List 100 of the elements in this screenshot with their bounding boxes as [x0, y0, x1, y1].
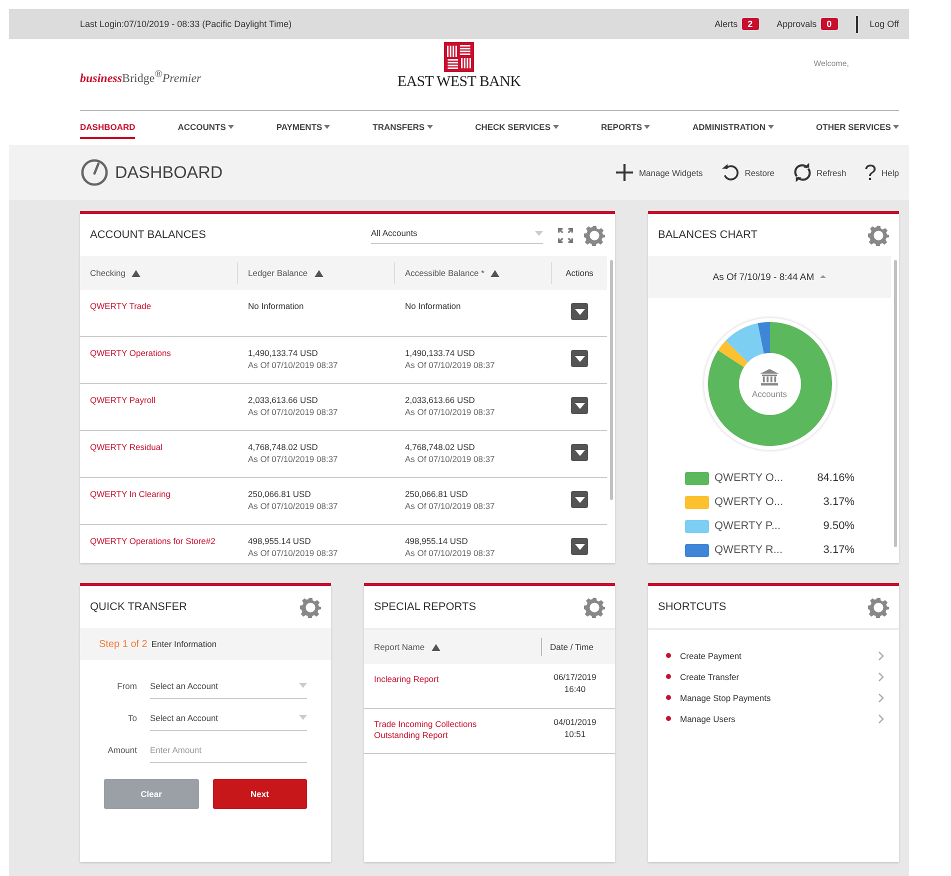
step-label: Enter Information	[151, 639, 217, 649]
shortcut-link[interactable]: Create Payment	[680, 650, 878, 660]
field-label: To	[127, 713, 137, 723]
actions-dropdown-button[interactable]	[571, 491, 588, 508]
balance-date: As Of 07/10/2019 08:37	[405, 407, 496, 417]
report-time: 16:40	[564, 684, 586, 694]
logoff-link[interactable]: Log Off	[870, 19, 899, 29]
nav-tab[interactable]: TRANSFERS	[372, 111, 433, 145]
card-title: SPECIAL REPORTS	[374, 601, 476, 613]
settings-icon[interactable]	[584, 224, 605, 246]
balance-amount: 498,955.14 USD	[248, 536, 312, 546]
chevron-right-icon[interactable]	[878, 714, 884, 724]
account-link[interactable]: QWERTY Trade	[90, 301, 152, 311]
balance-amount: 4,768,748.02 USD	[405, 442, 476, 452]
notification-link[interactable]: Alerts	[714, 19, 738, 29]
actions-dropdown-button[interactable]	[571, 350, 588, 367]
shortcut-link[interactable]: Create Transfer	[680, 672, 878, 682]
actions-dropdown-button[interactable]	[571, 303, 588, 320]
settings-icon[interactable]	[868, 224, 889, 246]
column-header[interactable]: Report Name	[364, 638, 542, 656]
legend-label: QWERTY R...	[714, 544, 784, 556]
plus-icon	[614, 163, 634, 182]
field-label: Amount	[106, 745, 137, 755]
card-title: BALANCES CHART	[658, 229, 758, 241]
balance-amount: 1,490,133.74 USD	[405, 348, 476, 358]
page-title: DASHBOARD	[115, 162, 223, 182]
balance-date: As Of 07/10/2019 08:37	[405, 548, 496, 558]
shortcut-link[interactable]: Manage Stop Payments	[680, 692, 878, 702]
actions-dropdown-button[interactable]	[571, 538, 588, 555]
notification-link[interactable]: Approvals	[776, 19, 817, 29]
account-link[interactable]: QWERTY Operations for Store#2	[90, 536, 216, 546]
report-date: 06/17/2019	[554, 672, 596, 682]
nav-tab[interactable]: PAYMENTS	[276, 111, 330, 145]
card-title: ACCOUNT BALANCES	[90, 229, 206, 241]
column-header[interactable]: Accessible Balance *	[395, 262, 552, 284]
nav-tab[interactable]: ACCOUNTS	[178, 111, 234, 145]
account-select[interactable]: Select an Account	[150, 706, 307, 730]
step-indicator: Step 1 of 2	[99, 638, 148, 650]
actions-dropdown-button[interactable]	[571, 444, 588, 461]
column-header[interactable]: Ledger Balance	[238, 262, 395, 284]
legend-percent: 84.16%	[816, 472, 854, 484]
settings-icon[interactable]	[868, 596, 889, 618]
account-link[interactable]: QWERTY In Clearing	[90, 489, 170, 499]
amount-input[interactable]: Enter Amount	[150, 738, 307, 762]
balance-amount: 4,768,748.02 USD	[248, 442, 319, 452]
shortcut-link[interactable]: Manage Users	[680, 714, 878, 724]
nav-tab[interactable]: DASHBOARD	[80, 117, 136, 139]
date-dropdown[interactable]: As Of 7/10/19 - 8:44 AM	[712, 272, 826, 282]
toolbar-button[interactable]: Restore	[720, 163, 774, 182]
balance-amount: 250,066.81 USD	[405, 489, 469, 499]
legend-label: QWERTY O...	[714, 496, 784, 508]
nav-tab[interactable]: OTHER SERVICES	[816, 111, 899, 145]
count-badge: 0	[820, 18, 838, 30]
actions-dropdown-button[interactable]	[571, 397, 588, 414]
report-link[interactable]: Trade Incoming Collections Outstanding Report	[374, 719, 494, 742]
expand-icon[interactable]	[557, 226, 574, 244]
balance-date: As Of 07/10/2019 08:37	[248, 501, 339, 511]
chevron-right-icon[interactable]	[878, 672, 884, 682]
account-link[interactable]: QWERTY Payroll	[90, 395, 156, 405]
balance-date: As Of 07/10/2019 08:37	[405, 501, 496, 511]
account-link[interactable]: QWERTY Residual	[90, 442, 162, 452]
settings-icon[interactable]	[300, 596, 321, 618]
bullet-icon	[666, 695, 671, 700]
account-select[interactable]: Select an Account	[150, 674, 307, 698]
help-icon: ?	[864, 162, 877, 184]
balance-date: As Of 07/10/2019 08:37	[248, 360, 339, 370]
bank-building-icon	[760, 369, 779, 386]
settings-icon[interactable]	[584, 596, 605, 618]
nav-tab[interactable]: REPORTS	[600, 111, 650, 145]
legend-label: QWERTY O...	[714, 472, 784, 484]
column-header[interactable]: Date / Time	[542, 642, 615, 652]
report-link[interactable]: Inclearing Report	[374, 674, 494, 686]
balance-amount: No Information	[405, 301, 462, 311]
balance-amount: 498,955.14 USD	[405, 536, 469, 546]
bank-name: EAST WEST BANK	[397, 74, 521, 91]
nav-tab[interactable]: ADMINISTRATION	[692, 111, 774, 145]
bullet-icon	[666, 653, 671, 658]
chart-center-label: Accounts	[752, 389, 787, 399]
count-badge: 2	[742, 18, 759, 30]
balance-date: As Of 07/10/2019 08:37	[248, 407, 339, 417]
next-button[interactable]: Next	[212, 779, 307, 809]
toolbar-button[interactable]: Manage Widgets	[614, 163, 703, 182]
account-filter-dropdown[interactable]: All Accounts	[371, 226, 543, 244]
column-header[interactable]: Actions	[552, 262, 607, 284]
welcome-text: Welcome,	[814, 59, 849, 68]
bank-logo-icon	[444, 42, 474, 72]
report-time: 10:51	[564, 729, 586, 739]
toolbar-button[interactable]: Refresh	[792, 163, 846, 182]
chevron-right-icon[interactable]	[878, 692, 884, 702]
refresh-icon	[792, 163, 812, 182]
column-header[interactable]: Checking	[80, 262, 238, 284]
chevron-right-icon[interactable]	[878, 650, 884, 660]
account-link[interactable]: QWERTY Operations	[90, 348, 171, 358]
restore-icon	[720, 163, 740, 182]
field-label: From	[116, 681, 137, 691]
nav-tab[interactable]: CHECK SERVICES	[475, 111, 558, 145]
toolbar-button[interactable]: ? Help	[864, 162, 899, 184]
legend-percent: 3.17%	[822, 496, 854, 508]
legend-label: QWERTY P...	[714, 520, 782, 532]
balance-date: As Of 07/10/2019 08:37	[248, 454, 339, 464]
